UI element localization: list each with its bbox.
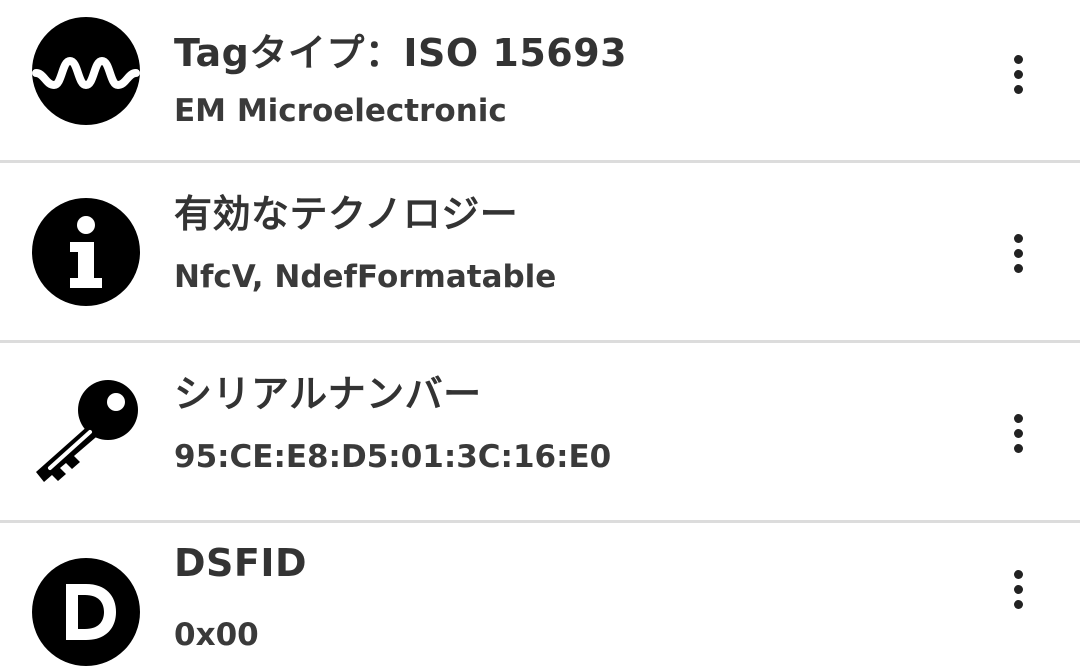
more-options-icon[interactable]: [998, 44, 1038, 104]
letter-d-icon: [32, 558, 140, 666]
item-title: シリアルナンバー: [174, 372, 482, 416]
list-item-technologies[interactable]: 有効なテクノロジー NfcV, NdefFormatable: [0, 163, 1080, 343]
item-title: DSFID: [174, 541, 308, 585]
list-item-serial-number[interactable]: シリアルナンバー 95:CE:E8:D5:01:3C:16:E0: [0, 343, 1080, 523]
more-options-icon[interactable]: [998, 559, 1038, 619]
item-title: 有効なテクノロジー: [174, 192, 519, 236]
item-title: Tagタイプ：ISO 15693: [174, 31, 628, 75]
item-subtitle: 95:CE:E8:D5:01:3C:16:E0: [174, 439, 612, 475]
key-icon: [32, 378, 140, 486]
tag-info-list: Tagタイプ：ISO 15693 EM Microelectronic 有効なテ…: [0, 0, 1080, 667]
waveform-icon: [32, 17, 140, 125]
list-item-dsfid[interactable]: DSFID 0x00: [0, 523, 1080, 667]
item-subtitle: EM Microelectronic: [174, 93, 507, 129]
more-options-icon[interactable]: [998, 403, 1038, 463]
more-options-icon[interactable]: [998, 223, 1038, 283]
list-item-tag-type[interactable]: Tagタイプ：ISO 15693 EM Microelectronic: [0, 0, 1080, 163]
item-subtitle: NfcV, NdefFormatable: [174, 259, 557, 295]
info-icon: [32, 198, 140, 306]
item-subtitle: 0x00: [174, 617, 259, 653]
